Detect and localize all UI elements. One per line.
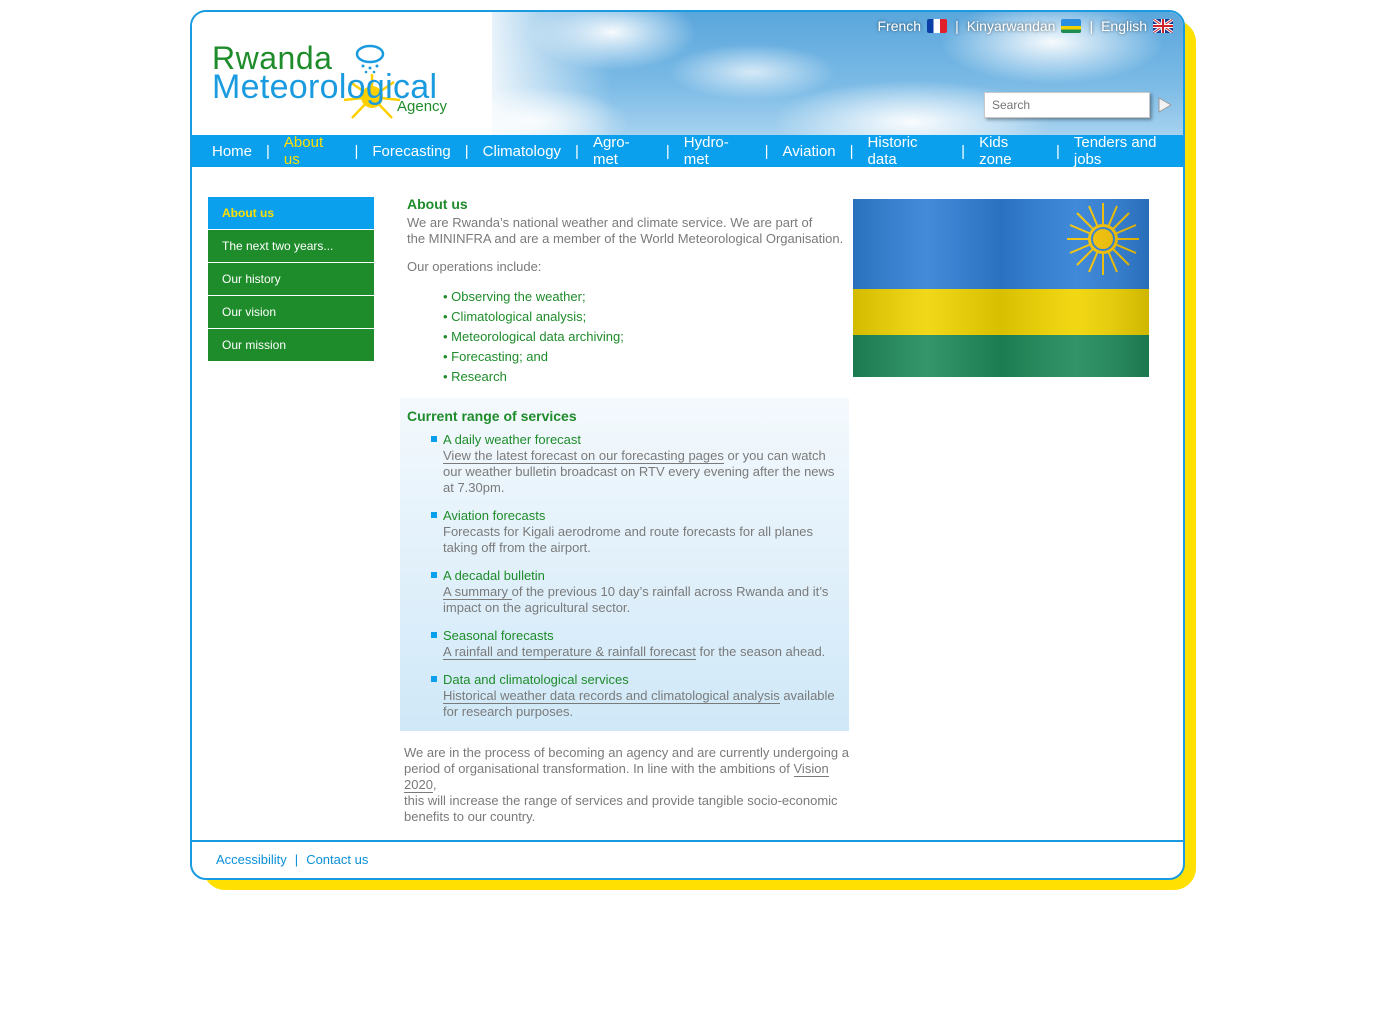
lang-separator: | <box>1089 18 1094 34</box>
nav-separator: | <box>575 142 579 160</box>
search-submit-arrow-icon[interactable] <box>1156 96 1174 114</box>
rwanda-flag-icon[interactable] <box>1061 19 1082 33</box>
nav-tenders-and-jobs[interactable]: Tenders and jobs <box>1074 134 1183 168</box>
nav-separator: | <box>464 142 469 160</box>
list-item: • Climatological analysis; <box>443 309 587 324</box>
service-text: our weather bulletin broadcast on RTV ev… <box>443 464 835 479</box>
square-bullet-icon <box>431 676 437 682</box>
nav-separator: | <box>961 142 966 160</box>
rwanda-flag-image <box>853 199 1149 377</box>
intro-line: the MININFRA and are a member of the Wor… <box>407 231 844 246</box>
list-item: • Research <box>443 369 507 384</box>
service-title: A decadal bulletin <box>443 568 545 583</box>
lang-kinyarwandan[interactable]: Kinyarwandan <box>967 18 1056 34</box>
square-bullet-icon <box>431 436 437 442</box>
service-text: at 7.30pm. <box>443 480 505 495</box>
list-item: • Observing the weather; <box>443 289 586 304</box>
header: Rwanda Meteorological Agency French | Ki… <box>192 12 1183 135</box>
sidebar-item-about-us[interactable]: About us <box>208 197 374 230</box>
main-nav: Home | About us | Forecasting | Climatol… <box>192 134 1183 168</box>
service-text: of the previous 10 day’s rainfall across… <box>511 584 829 599</box>
service-title: Data and climatological services <box>443 672 629 687</box>
service-text: available <box>779 688 835 703</box>
lang-french[interactable]: French <box>877 18 921 34</box>
footer-link-contact-us[interactable]: Contact us <box>306 852 368 867</box>
service-item: A daily weather forecast View the latest… <box>407 432 842 496</box>
footer: Accessibility | Contact us <box>216 852 368 867</box>
nav-historic-data[interactable]: Historic data <box>868 134 948 168</box>
closing-text: this will increase the range of services… <box>404 793 838 808</box>
service-text: for research purposes. <box>443 704 574 719</box>
sky-fade <box>472 12 612 135</box>
france-flag-icon[interactable] <box>927 19 948 33</box>
page-frame: Rwanda Meteorological Agency French | Ki… <box>190 10 1185 880</box>
footer-divider <box>192 840 1183 842</box>
operations-list: • Observing the weather; • Climatologica… <box>443 287 847 387</box>
decadal-summary-link[interactable]: A summary <box>443 584 512 600</box>
nav-separator: | <box>354 142 359 160</box>
closing-text: , <box>432 777 437 792</box>
list-item: • Forecasting; and <box>443 349 548 364</box>
services-panel: Current range of services A daily weathe… <box>400 398 849 731</box>
historical-data-link[interactable]: Historical weather data records and clim… <box>443 688 780 704</box>
footer-separator: | <box>294 852 299 867</box>
language-bar: French | Kinyarwandan | English <box>877 18 1173 34</box>
nav-separator: | <box>266 142 270 160</box>
sidebar-item-our-history[interactable]: Our history <box>208 263 374 296</box>
service-text: taking off from the airport. <box>443 540 591 555</box>
list-item: • Meteorological data archiving; <box>443 329 624 344</box>
footer-link-accessibility[interactable]: Accessibility <box>216 852 287 867</box>
nav-hydro-met[interactable]: Hydro-met <box>684 134 751 168</box>
page-title: About us <box>407 196 468 212</box>
operations-heading: Our operations include: <box>407 259 542 274</box>
service-item: A decadal bulletin A summary of the prev… <box>407 568 842 616</box>
search-input[interactable] <box>984 92 1150 118</box>
service-text: or you can watch <box>723 448 826 463</box>
services-title: Current range of services <box>407 408 577 424</box>
service-title: Seasonal forecasts <box>443 628 554 643</box>
closing-text: period of organisational transformation.… <box>404 761 794 776</box>
service-item: Data and climatological services Histori… <box>407 672 842 720</box>
sidebar-item-our-mission[interactable]: Our mission <box>208 329 374 362</box>
sidebar-menu: About us The next two years... Our histo… <box>208 197 374 362</box>
lang-separator: | <box>955 18 959 34</box>
service-title: A daily weather forecast <box>443 432 582 447</box>
lang-english[interactable]: English <box>1101 18 1147 34</box>
service-text: Forecasts for Kigali aerodrome and route… <box>443 524 813 539</box>
service-item: Aviation forecasts Forecasts for Kigali … <box>407 508 842 556</box>
service-text: impact on the agricultural sector. <box>443 600 631 615</box>
nav-home[interactable]: Home <box>212 143 252 160</box>
intro-line: We are Rwanda’s national weather and cli… <box>407 215 813 230</box>
closing-text: We are in the process of becoming an age… <box>404 745 849 760</box>
site-logo[interactable]: Rwanda Meteorological Agency <box>212 40 472 120</box>
nav-agro-met[interactable]: Agro-met <box>593 134 652 168</box>
nav-separator: | <box>1055 142 1060 160</box>
closing-text: benefits to our country. <box>404 809 536 824</box>
forecasting-pages-link[interactable]: View the latest forecast on our forecast… <box>443 448 724 464</box>
seasonal-forecast-link[interactable]: A rainfall and temperature & rainfall fo… <box>443 644 696 660</box>
nav-separator: | <box>665 142 670 160</box>
service-title: Aviation forecasts <box>443 508 546 523</box>
square-bullet-icon <box>431 512 437 518</box>
square-bullet-icon <box>431 632 437 638</box>
nav-separator: | <box>849 142 854 160</box>
uk-flag-icon[interactable] <box>1153 19 1173 33</box>
nav-forecasting[interactable]: Forecasting <box>372 143 450 160</box>
nav-aviation[interactable]: Aviation <box>783 143 836 160</box>
nav-separator: | <box>764 142 769 160</box>
sidebar-item-our-vision[interactable]: Our vision <box>208 296 374 329</box>
nav-climatology[interactable]: Climatology <box>483 143 561 160</box>
service-item: Seasonal forecasts A rainfall and temper… <box>407 628 842 660</box>
nav-kids-zone[interactable]: Kids zone <box>979 134 1042 168</box>
closing-paragraph: We are in the process of becoming an age… <box>404 745 864 825</box>
square-bullet-icon <box>431 572 437 578</box>
logo-text-agency: Agency <box>397 98 448 115</box>
sidebar-item-next-two-years[interactable]: The next two years... <box>208 230 374 263</box>
main-content: About us We are Rwanda’s national weathe… <box>407 196 847 387</box>
service-text: for the season ahead. <box>695 644 826 659</box>
nav-about-us[interactable]: About us <box>284 134 341 168</box>
